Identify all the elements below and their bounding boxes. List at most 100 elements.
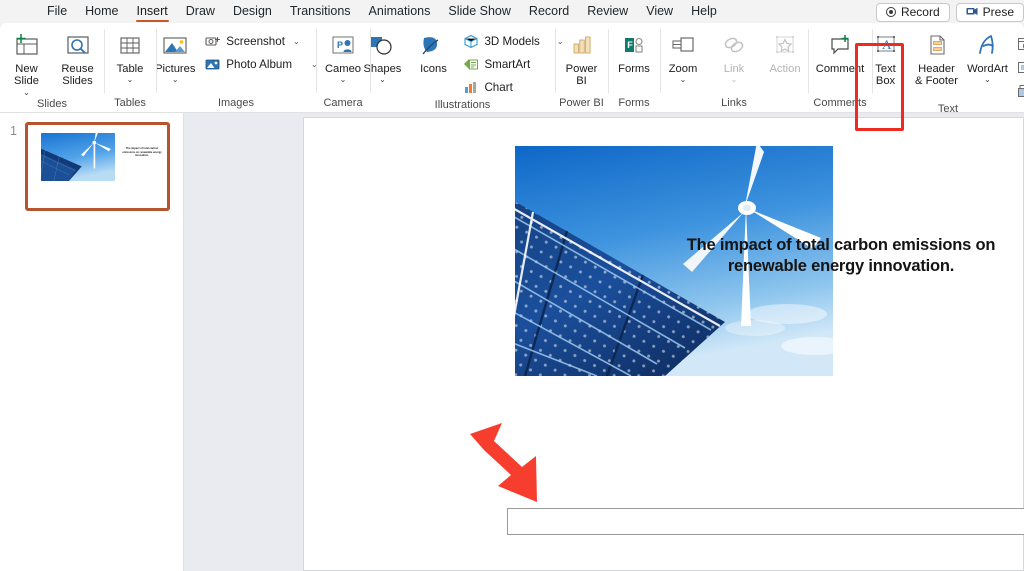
wordart-label: WordArt [967,63,1008,75]
tab-file[interactable]: File [38,0,76,23]
present-button-label: Prese [982,5,1014,19]
record-button[interactable]: Record [875,2,950,22]
editor-body: 1 The impact of total carbon emissions o… [0,113,1024,571]
slide-number-icon[interactable] [1014,57,1024,78]
3d-models-icon [463,34,479,50]
record-button-label: Record [900,5,940,19]
chevron-down-icon[interactable]: ⌄ [23,88,30,97]
slide-empty-text-box[interactable] [507,508,1024,535]
3d-models-button[interactable]: 3D Models ⌄ [459,31,567,52]
shapes-icon [367,31,397,61]
reuse-slides-button[interactable]: Reuse Slides [53,28,103,88]
tab-record[interactable]: Record [520,0,578,23]
ribbon-group-links: Zoom ⌄ Link ⌄ Action Links [660,23,808,113]
power-bi-button[interactable]: Power BI [557,28,607,88]
tab-slide-show[interactable]: Slide Show [439,0,520,23]
reuse-slides-icon [64,31,92,61]
present-icon [966,7,978,17]
group-label-illustrations: Illustrations [434,99,491,111]
photo-album-button[interactable]: Photo Album ⌄ [201,54,321,75]
text-group-icon-column [1014,28,1024,102]
chevron-down-icon: ⌄ [730,75,738,85]
forms-button[interactable]: F Forms [609,28,659,75]
action-label: Action [769,63,801,75]
tab-home[interactable]: Home [76,0,127,23]
shapes-button[interactable]: Shapes ⌄ [357,28,407,84]
link-label: Link [723,63,745,75]
ribbon-group-forms: F Forms Forms [608,23,660,113]
comment-label: Comment [815,63,865,75]
new-slide-button[interactable]: New Slide ⌄ [2,28,52,97]
photo-album-icon [205,57,221,73]
chart-button[interactable]: Chart [459,77,567,98]
group-label-slides: Slides [37,97,67,110]
zoom-icon [668,31,698,61]
pictures-button[interactable]: Pictures ⌄ [150,28,200,84]
smartart-button[interactable]: SmartArt [459,54,567,75]
tab-insert[interactable]: Insert [128,0,177,23]
group-label-images: Images [217,97,255,109]
smartart-label: SmartArt [484,58,531,71]
chevron-down-icon[interactable]: ⌄ [680,75,687,84]
chevron-down-icon[interactable]: ⌄ [127,75,134,84]
new-slide-label: New Slide [14,63,39,88]
thumbnail-image [41,133,115,181]
group-label-forms: Forms [618,97,650,109]
screenshot-button[interactable]: Screenshot ⌄ [201,31,321,52]
ribbon-group-illustrations: Shapes ⌄ Icons 3D Models ⌄ SmartArt Char… [363,23,564,113]
tab-transitions[interactable]: Transitions [281,0,360,23]
text-box-button[interactable]: A Text Box [861,28,911,88]
reuse-slides-label: Reuse Slides [61,63,94,88]
date-time-icon[interactable] [1014,33,1024,54]
header-footer-icon [922,31,952,61]
chevron-down-icon[interactable]: ⌄ [172,75,179,84]
tab-draw[interactable]: Draw [177,0,224,23]
chevron-down-icon[interactable]: ⌄ [984,75,991,84]
slide-thumbnail-1[interactable]: The impact of total carbon emissions on … [25,122,170,211]
wordart-button[interactable]: WordArt ⌄ [963,28,1013,84]
ribbon-group-text: A Text Box Header & Footer WordArt ⌄ Tex… [872,23,1024,115]
pictures-icon [160,31,190,61]
link-icon [719,31,749,61]
header-footer-label: Header & Footer [915,63,958,88]
record-icon [885,7,896,17]
table-button[interactable]: Table ⌄ [105,28,155,84]
group-label-tables: Tables [114,97,146,109]
shapes-label: Shapes [363,63,402,75]
powerpoint-window: File Home Insert Draw Design Transitions… [0,0,1024,571]
thumbnail-title: The impact of total carbon emissions on … [122,147,162,158]
tab-review[interactable]: Review [578,0,637,23]
slide-thumbnail-pane: 1 The impact of total carbon emissions o… [0,113,184,571]
chevron-down-icon[interactable]: ⌄ [293,37,300,46]
object-icon[interactable] [1014,81,1024,102]
icons-label: Icons [420,63,447,75]
new-slide-icon [13,31,41,61]
table-icon [116,31,144,61]
slide-editing-surface[interactable]: The impact of total carbon emissions on … [303,117,1024,571]
tab-design[interactable]: Design [224,0,281,23]
screenshot-label: Screenshot [226,35,285,48]
chevron-down-icon[interactable]: ⌄ [340,75,347,84]
action-star-icon [770,31,800,61]
ribbon-group-slides: New Slide ⌄ Reuse Slides Slides [0,23,104,113]
zoom-button[interactable]: Zoom ⌄ [658,28,708,84]
present-button[interactable]: Prese [955,2,1024,22]
power-bi-icon [568,31,596,61]
icons-button[interactable]: Icons [408,28,458,75]
cameo-label: Cameo [324,63,362,75]
ribbon-group-images: Pictures ⌄ Screenshot ⌄ Photo Album ⌄ Im… [155,23,318,113]
screenshot-icon [205,34,221,50]
slide-canvas-area: The impact of total carbon emissions on … [184,113,1024,571]
svg-text:F: F [627,40,633,50]
slide-title-text[interactable]: The impact of total carbon emissions on … [656,235,1024,277]
ribbon: New Slide ⌄ Reuse Slides Slides Table ⌄ … [0,23,1024,131]
ribbon-group-power-bi: Power BI Power BI [555,23,608,113]
header-footer-button[interactable]: Header & Footer [912,28,962,88]
wordart-icon [973,31,1003,61]
tab-view[interactable]: View [637,0,682,23]
tab-animations[interactable]: Animations [360,0,440,23]
tab-help[interactable]: Help [682,0,726,23]
chevron-down-icon[interactable]: ⌄ [379,75,386,84]
icons-icon [418,31,448,61]
tabbar-right-actions: Record Prese [875,2,1024,22]
